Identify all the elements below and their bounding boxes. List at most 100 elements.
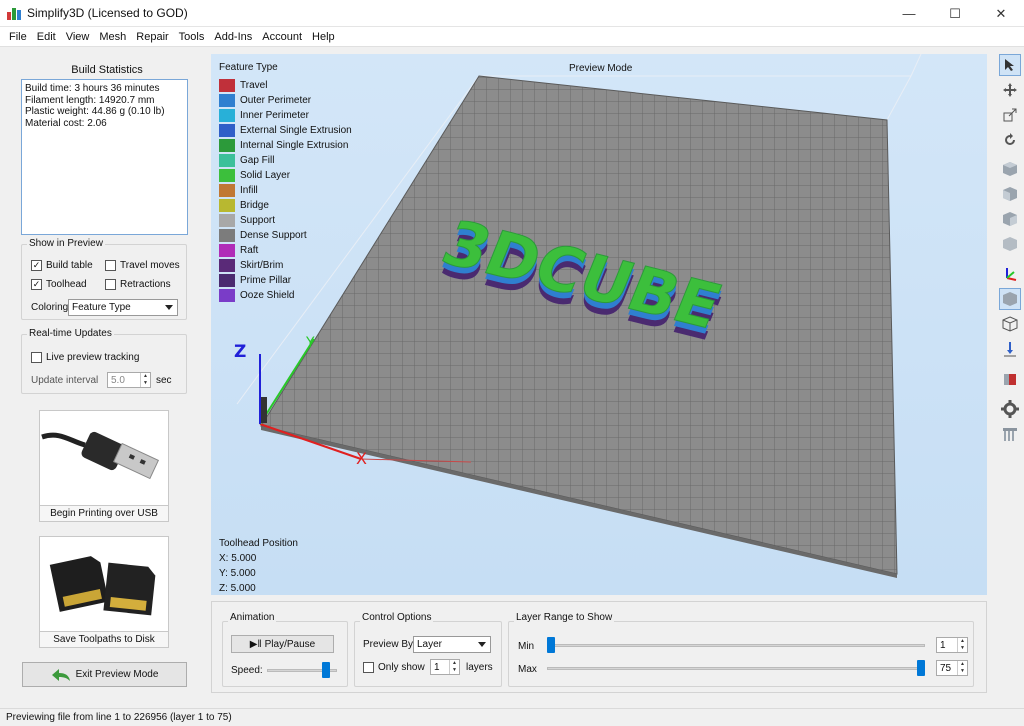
update-interval-spinner[interactable]: 5.0 ▲ ▼ [107, 372, 151, 388]
checkbox-unchecked-icon [105, 260, 116, 271]
stat-material-cost: Material cost: 2.06 [25, 117, 107, 129]
legend-item: Gap Fill [219, 153, 352, 168]
update-interval-unit: sec [156, 375, 172, 386]
rotate-tool-button[interactable] [999, 129, 1021, 151]
checkbox-checked-icon: ✓ [31, 260, 42, 271]
move-tool-button[interactable] [999, 79, 1021, 101]
preview-by-select[interactable]: Layer [413, 636, 491, 653]
view-front-button[interactable] [999, 208, 1021, 230]
legend-item: Travel [219, 78, 352, 93]
sd-card-icon [49, 556, 156, 616]
max-label: Max [518, 664, 537, 675]
preview-viewport[interactable]: 3DCUBE 3DCUBE 3DCUBE X Y Z Preview Mode … [211, 54, 987, 595]
gear-icon [1001, 400, 1019, 418]
select-tool-button[interactable] [999, 54, 1021, 76]
speed-slider-thumb[interactable] [321, 662, 330, 678]
retractions-checkbox[interactable]: Retractions [105, 279, 171, 290]
minimize-button[interactable]: — [886, 0, 932, 27]
max-layer-slider-thumb[interactable] [917, 660, 925, 676]
supports-button[interactable] [999, 423, 1021, 445]
legend-swatch [219, 289, 235, 302]
view-side-button[interactable] [999, 233, 1021, 255]
view-bottom-button[interactable] [999, 183, 1021, 205]
coloring-label: Coloring [31, 302, 69, 313]
legend-label: Support [240, 215, 276, 226]
legend-item: Prime Pillar [219, 273, 352, 288]
min-layer-slider-track[interactable] [547, 644, 925, 647]
play-pause-icon: ▶‖ [249, 638, 262, 650]
scale-tool-button[interactable] [999, 104, 1021, 126]
solid-view-button[interactable] [999, 288, 1021, 310]
legend-label: Infill [240, 185, 258, 196]
checkbox-unchecked-icon [31, 352, 42, 363]
coloring-select[interactable]: Feature Type [68, 299, 178, 316]
only-show-checkbox[interactable]: Only show [363, 662, 425, 673]
legend-swatch [219, 139, 235, 152]
usb-cable-icon [41, 431, 160, 480]
toolhead-view-button[interactable] [999, 338, 1021, 360]
min-layer-slider-thumb[interactable] [547, 637, 555, 653]
play-pause-button[interactable]: ▶‖ Play/Pause [231, 635, 334, 653]
menu-add-ins[interactable]: Add-Ins [209, 31, 257, 43]
menu-account[interactable]: Account [257, 31, 307, 43]
toolhead-x: X: 5.000 [219, 553, 257, 564]
toggle-axes-button[interactable] [999, 263, 1021, 285]
toolhead-position-title: Toolhead Position [219, 538, 298, 549]
legend-label: Prime Pillar [240, 275, 292, 286]
chevron-down-icon [478, 642, 486, 647]
spinner-arrows-icon: ▲ ▼ [140, 373, 150, 387]
cross-section-button[interactable] [999, 368, 1021, 390]
legend-item: Solid Layer [219, 168, 352, 183]
legend-swatch [219, 94, 235, 107]
legend-swatch [219, 199, 235, 212]
legend-swatch [219, 259, 235, 272]
build-statistics-title: Build Statistics [71, 64, 143, 76]
show-in-preview-group: Show in Preview ✓ Build table Travel mov… [21, 238, 187, 320]
cross-section-icon [1004, 374, 1016, 385]
preview-mode-label: Preview Mode [569, 63, 633, 74]
menu-file[interactable]: File [4, 31, 32, 43]
legend-item: Inner Perimeter [219, 108, 352, 123]
legend-swatch [219, 169, 235, 182]
view-top-button[interactable] [999, 158, 1021, 180]
menu-mesh[interactable]: Mesh [94, 31, 131, 43]
control-options-group: Control Options Preview By Layer Only sh… [354, 612, 502, 687]
menu-repair[interactable]: Repair [131, 31, 173, 43]
legend-item: Dense Support [219, 228, 352, 243]
spinner-arrows-icon: ▲ ▼ [957, 638, 967, 652]
toolhead-checkbox[interactable]: ✓ Toolhead [31, 279, 87, 290]
menu-edit[interactable]: Edit [32, 31, 61, 43]
menu-view[interactable]: View [61, 31, 95, 43]
min-label: Min [518, 641, 535, 652]
menu-help[interactable]: Help [307, 31, 340, 43]
min-layer-spinner[interactable]: 1 ▲ ▼ [936, 637, 968, 653]
legend-item: Raft [219, 243, 352, 258]
save-toolpaths-card[interactable]: Save Toolpaths to Disk [39, 536, 169, 648]
animation-title: Animation [228, 612, 277, 623]
checkbox-unchecked-icon [363, 662, 374, 673]
legend-item: Infill [219, 183, 352, 198]
live-preview-checkbox[interactable]: Live preview tracking [31, 352, 139, 363]
exit-preview-button[interactable]: Exit Preview Mode [22, 662, 187, 687]
close-button[interactable]: ✕ [978, 0, 1024, 27]
build-plate [260, 75, 898, 575]
toolhead-position: Toolhead Position X: 5.000 Y: 5.000 Z: 5… [219, 536, 298, 595]
legend-label: Internal Single Extrusion [240, 140, 349, 151]
legend-swatch [219, 244, 235, 257]
travel-moves-checkbox[interactable]: Travel moves [105, 260, 180, 271]
legend-item: Support [219, 213, 352, 228]
checkbox-unchecked-icon [105, 279, 116, 290]
settings-button[interactable] [999, 398, 1021, 420]
build-table-checkbox[interactable]: ✓ Build table [31, 260, 93, 271]
cursor-arrow-icon [1005, 59, 1014, 71]
max-layer-spinner[interactable]: 75 ▲ ▼ [936, 660, 968, 676]
max-layer-slider-track[interactable] [547, 667, 925, 670]
only-show-layers-spinner[interactable]: 1 ▲ ▼ [430, 659, 460, 675]
wireframe-view-button[interactable] [999, 313, 1021, 335]
move-arrows-icon [1003, 83, 1017, 97]
print-usb-card[interactable]: Begin Printing over USB [39, 410, 169, 522]
legend-title: Feature Type [219, 62, 278, 73]
maximize-button[interactable]: ☐ [932, 0, 978, 27]
menu-tools[interactable]: Tools [174, 31, 210, 43]
legend-swatch [219, 184, 235, 197]
